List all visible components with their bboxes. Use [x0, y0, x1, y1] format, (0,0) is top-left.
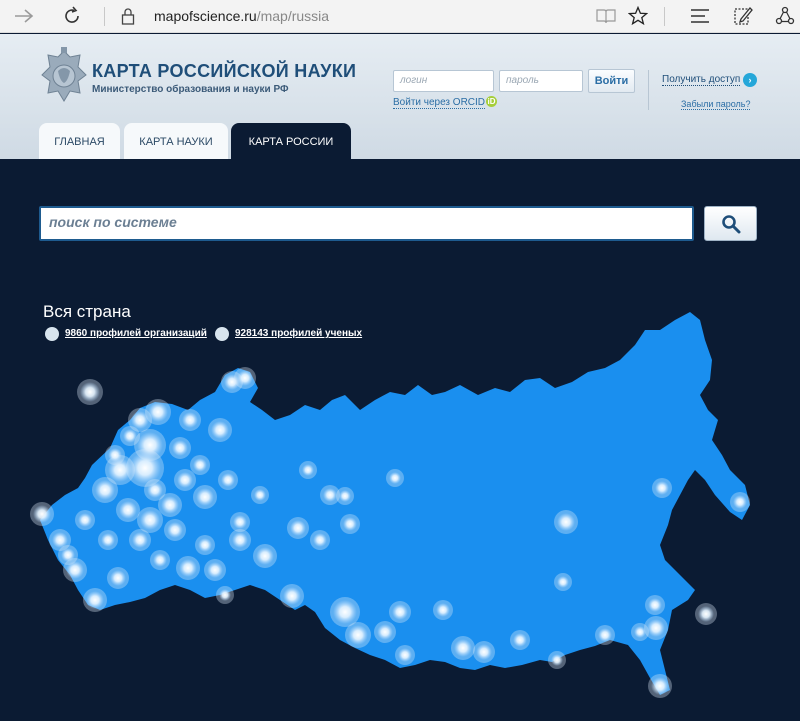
science-hotspot[interactable] [207, 562, 223, 578]
science-hotspot[interactable] [513, 633, 527, 647]
science-hotspot[interactable] [119, 501, 137, 519]
science-hotspot[interactable] [377, 624, 393, 640]
science-hotspot[interactable] [398, 648, 412, 662]
site-subtitle: Министерство образования и науки РФ [92, 84, 289, 95]
back-arrow-icon[interactable] [12, 4, 36, 28]
get-access-link[interactable]: Получить доступ [662, 74, 741, 86]
science-hotspot[interactable] [61, 548, 75, 562]
science-hotspot[interactable] [221, 473, 235, 487]
science-hotspot[interactable] [101, 533, 115, 547]
science-hotspot[interactable] [232, 532, 248, 548]
science-hotspot[interactable] [339, 490, 351, 502]
url-host: mapofscience.ru [154, 8, 257, 24]
lock-icon[interactable] [116, 4, 140, 28]
science-hotspot[interactable] [557, 576, 569, 588]
science-hotspot[interactable] [648, 598, 662, 612]
science-hotspot[interactable] [290, 520, 306, 536]
science-hotspot[interactable] [33, 505, 51, 523]
science-hotspot[interactable] [110, 570, 126, 586]
science-hotspot[interactable] [95, 480, 115, 500]
science-hotspot[interactable] [193, 458, 207, 472]
site-title[interactable]: КАРТА РОССИЙСКОЙ НАУКИ [92, 61, 356, 82]
science-hotspot[interactable] [256, 547, 274, 565]
web-note-icon[interactable] [731, 4, 755, 28]
science-hotspot[interactable] [86, 591, 104, 609]
science-hotspot[interactable] [219, 589, 231, 601]
share-icon[interactable] [773, 4, 797, 28]
refresh-icon[interactable] [60, 4, 84, 28]
science-hotspot[interactable] [551, 654, 563, 666]
science-hotspot[interactable] [182, 412, 198, 428]
science-hotspot[interactable] [476, 644, 492, 660]
science-hotspot[interactable] [392, 604, 408, 620]
orcid-icon: iD [486, 96, 497, 107]
science-hotspot[interactable] [557, 513, 575, 531]
science-hotspot[interactable] [147, 482, 163, 498]
science-hotspot[interactable] [140, 510, 160, 530]
science-hotspot[interactable] [343, 517, 357, 531]
chevron-right-icon[interactable]: › [743, 73, 757, 87]
login-input[interactable]: логин [393, 70, 494, 92]
science-hotspot[interactable] [323, 488, 337, 502]
science-hotspot[interactable] [179, 559, 197, 577]
science-hotspot[interactable] [454, 639, 472, 657]
science-hotspot[interactable] [161, 496, 179, 514]
science-hotspot[interactable] [698, 606, 714, 622]
address-bar[interactable]: mapofscience.ru/map/russia [154, 8, 329, 24]
science-hotspot[interactable] [313, 533, 327, 547]
science-hotspot[interactable] [198, 538, 212, 552]
science-hotspot[interactable] [302, 464, 314, 476]
science-hotspot[interactable] [153, 553, 167, 567]
science-hotspot[interactable] [80, 382, 100, 402]
reading-view-icon[interactable] [594, 4, 618, 28]
science-hotspot[interactable] [211, 421, 229, 439]
browser-toolbar: mapofscience.ru/map/russia [0, 0, 800, 33]
science-hotspot[interactable] [108, 448, 122, 462]
science-hotspot[interactable] [196, 488, 214, 506]
science-hotspot[interactable] [389, 472, 401, 484]
science-hotspot[interactable] [148, 402, 168, 422]
science-hotspot[interactable] [436, 603, 450, 617]
science-hotspot[interactable] [634, 626, 646, 638]
science-hotspot[interactable] [647, 619, 665, 637]
science-hotspot[interactable] [167, 522, 183, 538]
science-hotspot[interactable] [598, 628, 612, 642]
science-hotspot[interactable] [333, 600, 357, 624]
orcid-login-link[interactable]: Войти через ORCID [393, 97, 486, 109]
science-hotspot[interactable] [655, 481, 669, 495]
header-divider [648, 70, 649, 110]
science-hotspot[interactable] [172, 440, 188, 456]
science-hotspot[interactable] [78, 513, 92, 527]
science-hotspot[interactable] [348, 625, 368, 645]
science-hotspot[interactable] [177, 472, 193, 488]
science-hotspot[interactable] [237, 370, 253, 386]
password-input[interactable]: пароль [499, 70, 583, 92]
hub-icon[interactable] [688, 4, 712, 28]
russia-map[interactable] [0, 130, 800, 721]
login-button[interactable]: Войти [588, 69, 635, 93]
science-hotspot[interactable] [651, 677, 669, 695]
url-path: /map/russia [256, 8, 330, 24]
science-hotspot[interactable] [733, 495, 747, 509]
science-hotspot[interactable] [283, 587, 301, 605]
science-hotspot[interactable] [123, 429, 137, 443]
science-hotspot[interactable] [233, 515, 247, 529]
favorite-star-icon[interactable] [626, 4, 650, 28]
ministry-emblem-icon[interactable] [40, 47, 88, 105]
science-hotspot[interactable] [132, 532, 148, 548]
science-hotspot[interactable] [254, 489, 266, 501]
forgot-password-link[interactable]: Забыли пароль? [681, 99, 751, 110]
